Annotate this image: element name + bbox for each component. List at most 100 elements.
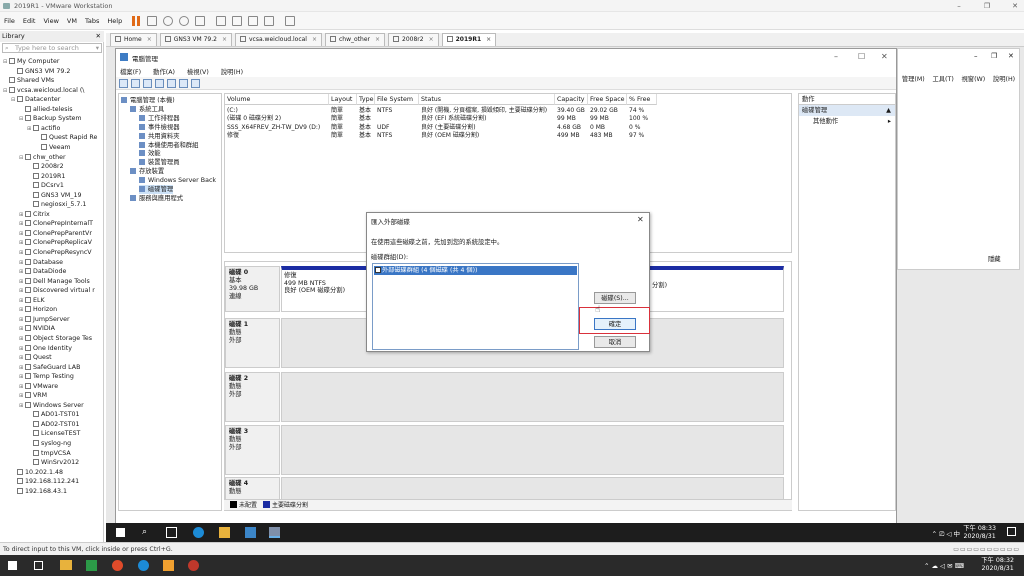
server-manager-icon[interactable] [245,527,256,538]
chevron-down-icon[interactable]: ▾ [96,44,99,53]
disks-button[interactable]: 磁碟(S)... [594,292,636,304]
recovery-partition[interactable]: 修復 499 MB NTFS 良好 (OEM 磁碟分割) [284,272,345,295]
vs-menu-help[interactable]: 說明(H) [993,74,1015,83]
library-tree-item[interactable]: ⊞ VMware [0,382,58,392]
host-app-icon-1[interactable] [86,560,97,571]
library-tree-item[interactable]: ⊞ DataDiode [0,267,66,277]
disk-3-body[interactable] [281,425,784,475]
device-status-icons[interactable]: ▭▭▭▭▭▭▭▭▭▭ [953,546,1020,553]
tab-close-icon[interactable]: × [222,36,227,43]
cm-maximize-button[interactable]: ☐ [858,52,865,61]
cm-menu-action[interactable]: 動作(A) [149,67,175,76]
cm-tree-item[interactable]: 事件檢視器 [139,123,179,132]
disk-3-label[interactable]: 磁碟 3 動態 外部 [225,425,280,475]
library-tree-item[interactable]: AD01-TST01 [0,410,80,420]
library-tree-item[interactable]: DCsrv1 [0,181,64,191]
library-tree-item[interactable]: ⊞ Citrix [0,210,50,220]
cm-menu-view[interactable]: 檢視(V) [183,67,209,76]
menu-file[interactable]: File [0,12,19,30]
column-header[interactable]: Layout [329,94,357,105]
host-vmware-icon[interactable] [163,560,174,571]
tab-2[interactable]: vcsa.weicloud.local × [235,33,322,46]
library-tree-item[interactable]: 2008r2 [0,162,64,172]
maximize-button[interactable]: ❐ [982,1,992,11]
thumbnail-icon[interactable] [232,15,243,26]
cm-tree-item[interactable]: 服務與應用程式 [130,194,183,203]
revert-snapshot-icon[interactable] [179,15,190,26]
library-tree-item[interactable]: ⊞ Dell Manage Tools [0,277,90,287]
collapse-arrow-icon[interactable]: ▲ [886,105,891,116]
library-tree-item[interactable]: ⊞ JumpServer [0,315,70,325]
column-header[interactable]: Capacity [555,94,588,105]
library-tree-item[interactable]: WinSrv2012 [0,458,79,468]
library-search-input[interactable]: ⌕ Type here to search ▾ [2,43,102,53]
forward-arrow-icon[interactable] [131,78,140,88]
cancel-button[interactable]: 取消 [594,336,636,348]
cm-tree-item[interactable]: 磁碟管理 [139,185,174,194]
tab-close-icon[interactable]: × [486,36,491,43]
library-tree-item[interactable]: ⊞ Database [0,258,63,268]
library-tree-item[interactable]: ⊞ NVIDIA [0,324,55,334]
cm-tree-item[interactable]: 存放裝置 [130,167,164,176]
actions-more[interactable]: 其他動作 ▸ [799,116,895,127]
cm-close-button[interactable]: ✕ [881,52,888,61]
tab-close-icon[interactable]: × [375,36,380,43]
disk-2-body[interactable] [281,372,784,422]
menu-vm[interactable]: VM [63,12,81,30]
column-header[interactable]: Free Space [588,94,627,105]
pause-icon[interactable] [132,15,136,26]
task-view-icon[interactable] [166,527,177,538]
disk-0-label[interactable]: 磁碟 0 基本 39.98 GB 連線 [225,266,280,312]
vs-menu-tools[interactable]: 工具(T) [932,74,953,83]
cm-tree-item[interactable]: 本機使用者和群組 [139,141,198,150]
tab-5[interactable]: 2019R1 × [441,33,497,46]
view-list-icon[interactable] [179,78,188,88]
library-tree-item[interactable]: ⊟ chw_other [0,153,66,163]
snapshot-manager-icon[interactable] [195,15,206,26]
library-tree-item[interactable]: ⊞ ELK [0,296,45,306]
vs-menu-manage[interactable]: 管理(M) [902,74,925,83]
library-tree-item[interactable]: allied-telesis [0,105,73,115]
tab-3[interactable]: chw_other × [325,33,386,46]
show-library-icon[interactable] [216,15,227,26]
windows-start-icon[interactable] [116,528,125,537]
host-app-icon-2[interactable] [188,560,199,571]
host-chrome-icon[interactable] [112,560,123,571]
dialog-close-button[interactable]: ✕ [637,215,644,224]
library-tree-item[interactable]: GNS3 VM 79.2 [0,67,70,77]
library-tree-item[interactable]: GNS3 VM_19 [0,191,82,201]
snapshot-icon[interactable] [163,15,174,26]
minimize-button[interactable]: – [954,1,964,11]
help-icon[interactable] [167,78,176,88]
column-header[interactable]: Status [419,94,555,105]
send-keys-icon[interactable] [147,15,158,26]
disk-group-checkbox[interactable] [375,267,381,273]
library-tree-item[interactable]: ⊞ Object Storage Tes [0,334,92,344]
library-tree-item[interactable]: Quest Rapid Re [0,133,97,143]
console-tree-icon[interactable] [143,78,152,88]
vs-menu-window[interactable]: 視窗(W) [961,74,985,83]
edge-icon[interactable] [193,527,204,538]
vs-minimize-button[interactable]: – [974,52,978,60]
library-tree-item[interactable]: ⊞ Discovered virtual r [0,286,95,296]
disk-2-label[interactable]: 磁碟 2 動態 外部 [225,372,280,422]
menu-help[interactable]: Help [103,12,126,30]
cm-tree-item[interactable]: 效能 [139,149,161,158]
properties-icon[interactable] [155,78,164,88]
library-tree-item[interactable]: ⊞ Horizon [0,305,57,315]
tab-0[interactable]: Home × [110,33,157,46]
column-header[interactable]: % Free [627,94,657,105]
tab-close-icon[interactable]: × [312,36,317,43]
library-tree-item[interactable]: 10.202.1.48 [0,468,63,478]
library-tree-item[interactable]: ⊞ Temp Testing [0,372,74,382]
cm-menu-file[interactable]: 檔案(F) [116,67,141,76]
library-tree-item[interactable]: ⊞ ClonePrepReplicaV [0,238,92,248]
search-icon[interactable]: ⌕ [142,527,153,538]
vs-maximize-button[interactable]: ❐ [991,52,997,60]
tab-close-icon[interactable]: × [429,36,434,43]
library-tree-item[interactable]: AD02-TST01 [0,420,80,430]
library-tree-item[interactable]: 2019R1 [0,172,65,182]
library-tree-item[interactable]: ⊞ ClonePrepInternalT [0,219,93,229]
library-tree-item[interactable]: ⊞ VRM [0,391,47,401]
menu-tabs[interactable]: Tabs [81,12,103,30]
